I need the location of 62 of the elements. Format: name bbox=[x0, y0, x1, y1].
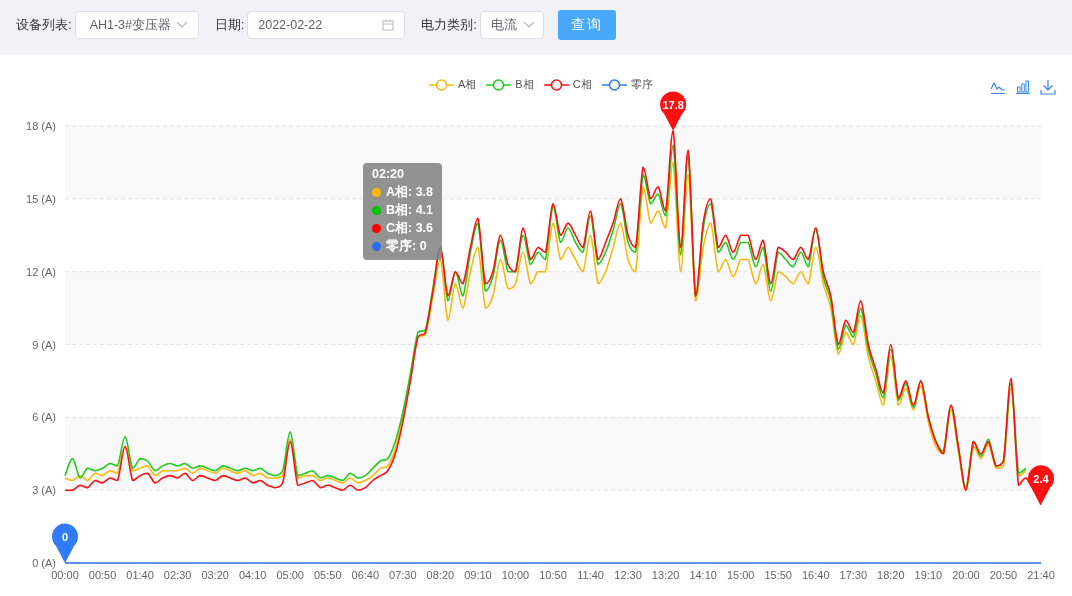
x-axis-label: 10:00 bbox=[501, 569, 530, 581]
x-axis-label: 01:40 bbox=[126, 569, 154, 581]
y-axis-label: 12 (A) bbox=[26, 265, 56, 278]
download-icon[interactable] bbox=[1040, 79, 1056, 95]
power-type-label: 电力类别: bbox=[421, 16, 477, 34]
power-type-select[interactable]: 电流 bbox=[479, 11, 544, 39]
x-axis-label: 08:20 bbox=[426, 569, 455, 581]
x-axis-label: 18:20 bbox=[877, 569, 905, 581]
x-axis-label: 05:50 bbox=[314, 569, 342, 581]
tooltip-value: A相: 3.8 bbox=[386, 183, 434, 201]
y-axis-label: 18 (A) bbox=[26, 120, 56, 132]
y-axis-label: 6 (A) bbox=[32, 411, 56, 424]
annotation: 17.8 bbox=[662, 98, 684, 111]
bar-chart-icon[interactable] bbox=[1015, 79, 1031, 95]
legend-marker-icon[interactable] bbox=[486, 77, 512, 92]
x-axis-label: 20:00 bbox=[952, 569, 980, 581]
x-axis-label: 04:10 bbox=[238, 569, 267, 581]
date-field[interactable]: 2022-02-22 bbox=[247, 11, 406, 39]
x-axis-label: 10:50 bbox=[539, 569, 567, 581]
chevron-down-icon bbox=[175, 21, 188, 29]
tooltip-value: C相: 3.6 bbox=[386, 219, 434, 237]
legend-marker-icon[interactable] bbox=[601, 77, 627, 92]
y-axis-label: 15 (A) bbox=[26, 192, 56, 205]
x-axis-label: 09:10 bbox=[464, 569, 492, 581]
x-axis-label: 19:10 bbox=[914, 569, 943, 581]
legend-marker-icon[interactable] bbox=[543, 77, 569, 92]
x-axis-label: 14:10 bbox=[689, 569, 717, 581]
x-axis-label: 20:50 bbox=[989, 569, 1018, 581]
x-axis-label: 12:30 bbox=[614, 569, 642, 581]
value-pin: 2.4 bbox=[1028, 465, 1054, 505]
x-axis-label: 00:00 bbox=[51, 569, 79, 581]
legend-marker-icon[interactable] bbox=[429, 77, 454, 92]
x-axis-label: 13:20 bbox=[651, 569, 680, 581]
tooltip-value: 零序: 0 bbox=[386, 237, 427, 255]
legend-label[interactable]: A相 bbox=[458, 77, 477, 92]
x-axis-label: 07:30 bbox=[389, 569, 417, 581]
x-axis-label: 11:40 bbox=[577, 569, 604, 581]
legend-label[interactable]: B相 bbox=[515, 77, 534, 92]
legend-label[interactable]: 零序 bbox=[630, 77, 653, 92]
x-axis-label: 15:50 bbox=[764, 569, 792, 581]
annotation: 2.4 bbox=[1033, 472, 1050, 485]
tooltip-title: 02:20 bbox=[372, 167, 405, 181]
x-axis-label: 02:30 bbox=[163, 569, 192, 581]
x-axis-label: 21:40 bbox=[1027, 569, 1055, 581]
x-axis-label: 06:40 bbox=[351, 569, 380, 581]
x-axis-label: 05:00 bbox=[276, 569, 304, 581]
calendar-icon bbox=[382, 19, 395, 31]
x-axis-label: 16:40 bbox=[802, 569, 830, 581]
device-select[interactable]: AH1-3#变压器 bbox=[74, 11, 199, 39]
device-label: 设备列表: bbox=[16, 16, 72, 34]
y-axis-label: 9 (A) bbox=[32, 338, 56, 351]
value-pin: 17.8 bbox=[660, 91, 687, 131]
date-label: 日期: bbox=[214, 16, 245, 34]
legend-label[interactable]: C相 bbox=[572, 77, 592, 92]
annotation: 0 bbox=[61, 531, 69, 543]
chevron-down-icon bbox=[522, 21, 535, 29]
x-axis-label: 15:00 bbox=[726, 569, 755, 581]
x-axis-label: 03:20 bbox=[201, 569, 229, 581]
x-axis-label: 00:50 bbox=[88, 569, 117, 581]
tooltip-value: B相: 4.1 bbox=[386, 201, 434, 219]
y-axis-label: 3 (A) bbox=[32, 484, 56, 497]
x-axis-label: 17:30 bbox=[839, 569, 868, 581]
